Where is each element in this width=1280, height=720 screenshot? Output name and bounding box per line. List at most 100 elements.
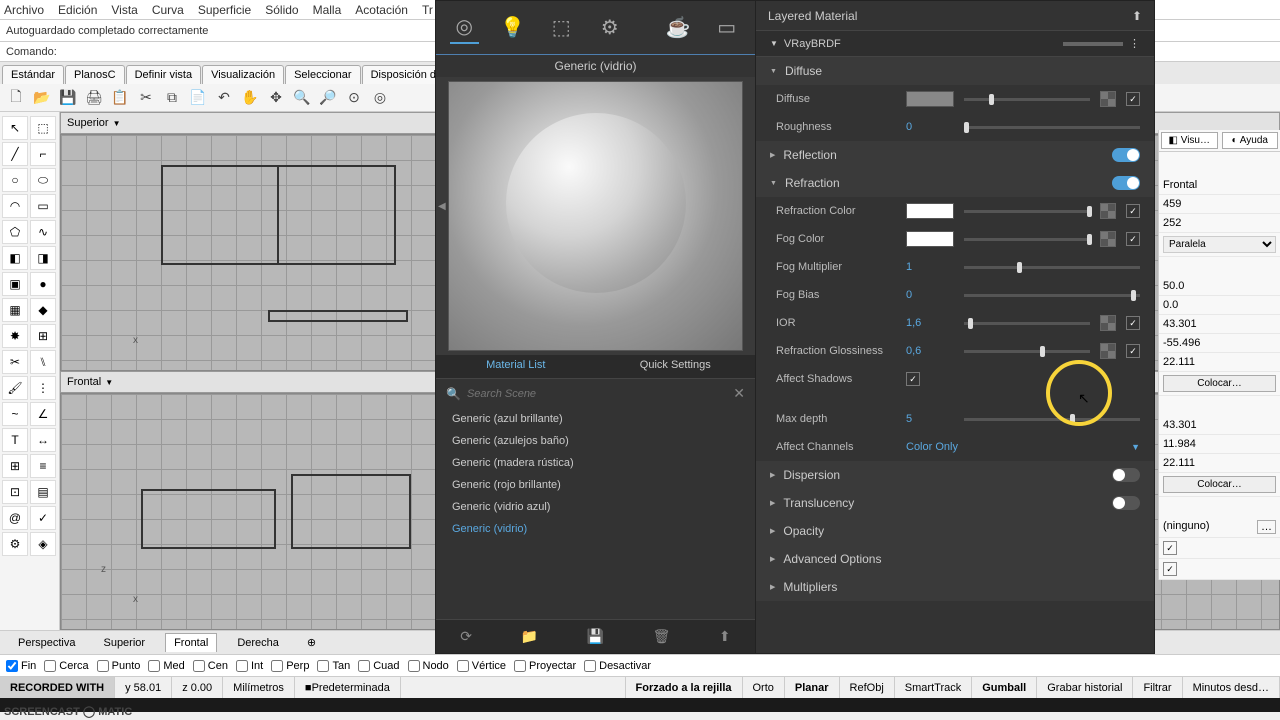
status-refobj[interactable]: RefObj [840,677,895,698]
dim-icon[interactable]: ↔ [30,428,56,452]
tab-quick-settings[interactable]: Quick Settings [596,355,756,379]
snap-nodo[interactable]: Nodo [408,660,449,672]
group-icon[interactable]: ▤ [30,480,56,504]
texture-icon[interactable] [1100,91,1116,107]
list-item[interactable]: Generic (madera rústica) [436,452,755,474]
tab-definir[interactable]: Definir vista [126,65,201,84]
new-icon[interactable]: 🗋 [6,88,26,108]
checkbox[interactable]: ✓ [1126,316,1140,330]
checkbox[interactable]: ✓ [1163,541,1177,555]
polyline-icon[interactable]: ⌐ [30,142,56,166]
add-layer-icon[interactable]: ⬆ [1132,9,1142,23]
tab-visu[interactable]: ◧ Visu… [1161,132,1218,149]
check-icon[interactable]: ✓ [30,506,56,530]
polygon-icon[interactable]: ⬠ [2,220,28,244]
fog-color-swatch[interactable] [906,231,954,247]
zoom-ext-icon[interactable]: ◎ [370,88,390,108]
tab-visual[interactable]: Visualización [202,65,284,84]
checkbox[interactable]: ✓ [1126,344,1140,358]
zoom-sel-icon[interactable]: ⊙ [344,88,364,108]
vptab-frontal[interactable]: Frontal [165,633,217,652]
vraybrdf-row[interactable]: ▼VRayBRDF ⋮ [756,31,1154,57]
tab-estandar[interactable]: Estándar [2,65,64,84]
snap-cerca[interactable]: Cerca [44,660,88,672]
print-icon[interactable]: 🖨 [84,88,104,108]
chevron-down-icon[interactable]: ▼ [105,378,113,387]
snap-fin[interactable]: Fin [6,660,36,672]
toggle-refraction[interactable] [1112,176,1140,190]
sphere-icon[interactable]: ● [30,272,56,296]
snap-proyectar[interactable]: Proyectar [514,660,576,672]
chevron-down-icon[interactable]: ▼ [1131,442,1140,452]
colocar-button[interactable]: Colocar… [1163,375,1276,392]
browse-button[interactable]: … [1257,520,1276,534]
paste-icon[interactable]: 📄 [188,88,208,108]
tilde-icon[interactable]: ~ [2,402,28,426]
mesh-icon[interactable]: ▦ [2,298,28,322]
vray-icon[interactable]: ◈ [30,532,56,556]
list-item[interactable]: Generic (rojo brillante) [436,474,755,496]
folder-icon[interactable]: 📁 [521,628,538,645]
menu-malla[interactable]: Malla [313,3,342,17]
line-icon[interactable]: ╱ [2,142,28,166]
vptab-derecha[interactable]: Derecha [229,634,287,652]
snap-vertice[interactable]: Vértice [457,660,506,672]
arc-icon[interactable]: ◠ [2,194,28,218]
checkbox[interactable]: ✓ [1126,92,1140,106]
diffuse-swatch[interactable] [906,91,954,107]
menu-tr[interactable]: Tr [422,3,433,17]
cut-icon[interactable]: ✂ [136,88,156,108]
texture-icon[interactable] [1100,315,1116,331]
array-icon[interactable]: ⊡ [2,480,28,504]
menu-vista[interactable]: Vista [111,3,137,17]
trim-icon[interactable]: ✂ [2,350,28,374]
section-reflection[interactable]: ▶Reflection [756,141,1154,169]
section-dispersion[interactable]: ▶Dispersion [756,461,1154,489]
menu-dots-icon[interactable]: ⋮ [1129,37,1140,50]
add-viewport-icon[interactable]: ⊕ [299,633,324,652]
snap-perp[interactable]: Perp [271,660,309,672]
roughness-slider[interactable] [964,126,1140,129]
section-diffuse[interactable]: ▼Diffuse [756,57,1154,85]
menu-superficie[interactable]: Superficie [198,3,251,17]
checkbox[interactable]: ✓ [1163,562,1177,576]
clipboard-icon[interactable]: 📋 [110,88,130,108]
list-item[interactable]: Generic (azul brillante) [436,408,755,430]
move-icon[interactable]: ✥ [266,88,286,108]
fog-mult-slider[interactable] [964,266,1140,269]
window-icon[interactable]: ▭ [713,12,742,44]
zoom-out-icon[interactable]: 🔎 [318,88,338,108]
toggle-translucency[interactable] [1112,496,1140,510]
search-input[interactable] [467,388,733,400]
menu-archivo[interactable]: Archivo [4,3,44,17]
status-smart[interactable]: SmartTrack [895,677,972,698]
section-advanced[interactable]: ▶Advanced Options [756,545,1154,573]
snap-punto[interactable]: Punto [97,660,141,672]
text-icon[interactable]: T [2,428,28,452]
export-icon[interactable]: ⬆ [719,628,731,645]
rect-icon[interactable]: ▭ [30,194,56,218]
snap-int[interactable]: Int [236,660,263,672]
list-item[interactable]: Generic (vidrio azul) [436,496,755,518]
gear-icon[interactable]: ⚙ [2,532,28,556]
box-icon[interactable]: ▣ [2,272,28,296]
pan-icon[interactable]: ✋ [240,88,260,108]
join-icon[interactable]: ⊞ [30,324,56,348]
refr-amount-slider[interactable] [964,210,1090,213]
list-item[interactable]: Generic (vidrio) [436,518,755,540]
undo-icon[interactable]: ↶ [214,88,234,108]
menu-solido[interactable]: Sólido [265,3,298,17]
param-affect-channels[interactable]: Affect Channels Color Only ▼ [756,433,1154,461]
select-paralela[interactable]: Paralela [1163,236,1276,253]
status-hist[interactable]: Grabar historial [1037,677,1133,698]
clear-icon[interactable]: ✕ [733,385,745,402]
ior-slider[interactable] [964,322,1090,325]
angle-icon[interactable]: ∠ [30,402,56,426]
tab-planosc[interactable]: PlanosC [65,65,125,84]
split-icon[interactable]: ⑊ [30,350,56,374]
checkbox-affect-shadows[interactable]: ✓ [906,372,920,386]
status-snap[interactable]: Forzado a la rejilla [626,677,743,698]
snap-med[interactable]: Med [148,660,184,672]
menu-curva[interactable]: Curva [152,3,184,17]
tab-ayuda[interactable]: ◐ Ayuda [1222,132,1279,149]
